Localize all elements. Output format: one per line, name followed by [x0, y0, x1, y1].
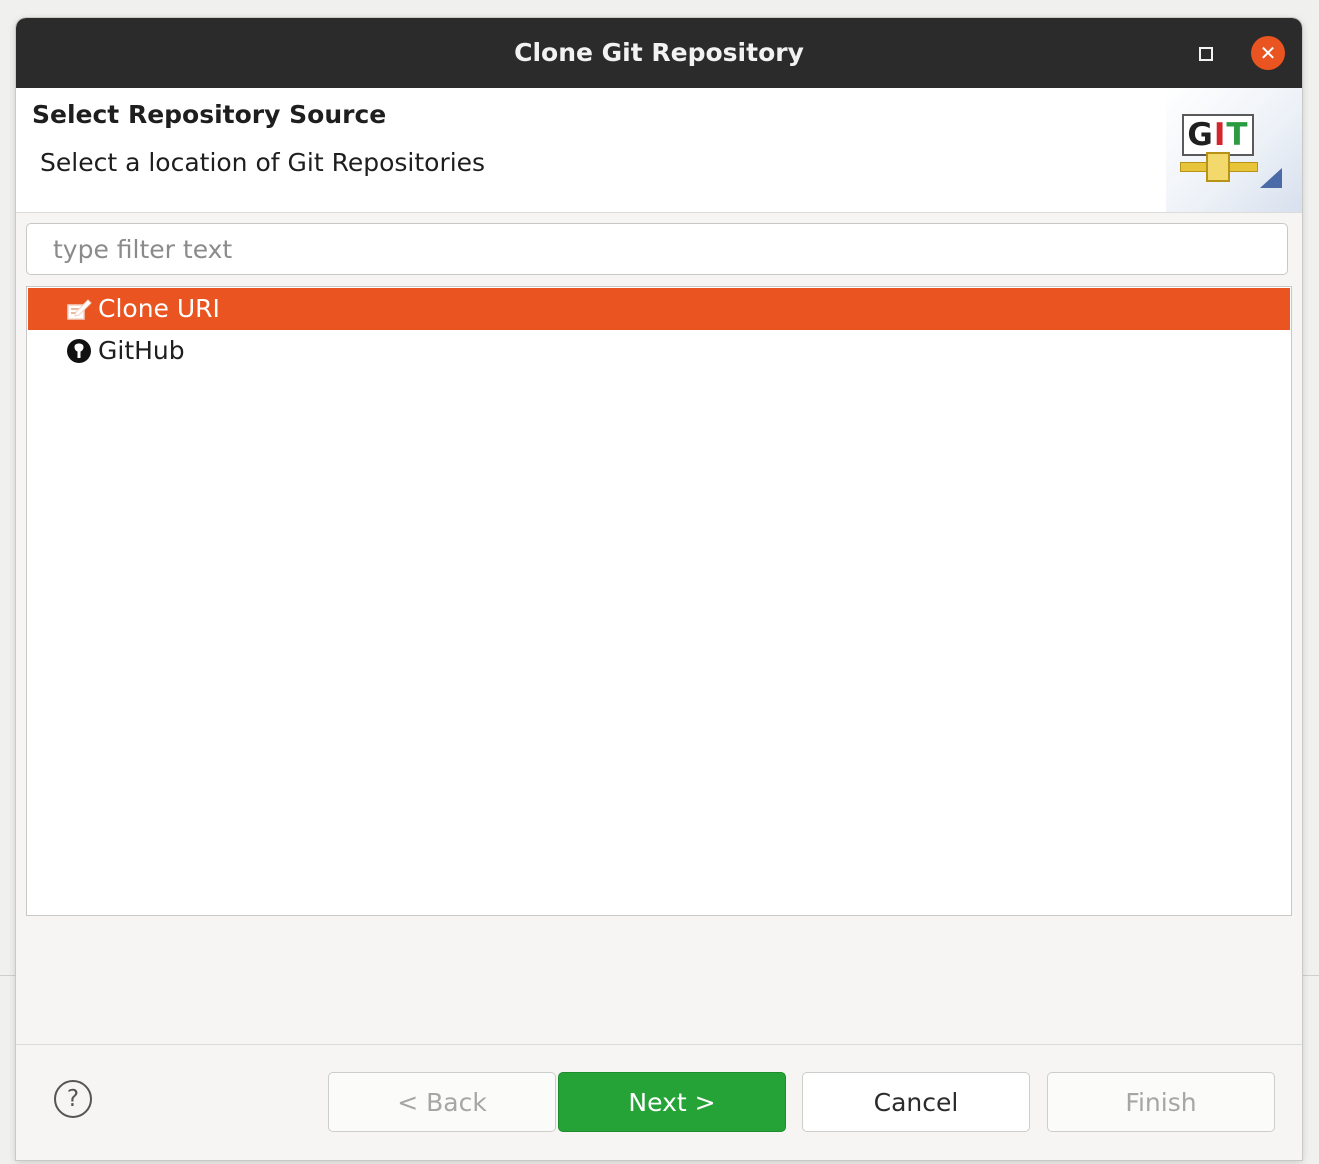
back-button[interactable]: < Back [328, 1072, 556, 1132]
page-description: Select a location of Git Repositories [40, 148, 486, 177]
close-icon: ✕ [1259, 41, 1277, 65]
finish-button[interactable]: Finish [1047, 1072, 1275, 1132]
git-logo-icon: GIT [1166, 88, 1302, 212]
footer-divider [16, 1044, 1302, 1045]
github-icon [67, 339, 91, 363]
list-item-github[interactable]: GitHub [28, 330, 1290, 372]
cancel-button[interactable]: Cancel [802, 1072, 1030, 1132]
git-logo-letter-i: I [1213, 117, 1227, 153]
wizard-header: Select Repository Source Select a locati… [16, 88, 1302, 213]
filter-input[interactable] [26, 223, 1288, 275]
git-logo-box: GIT [1182, 114, 1254, 156]
close-button[interactable]: ✕ [1251, 36, 1285, 70]
list-item-label: Clone URI [98, 294, 220, 323]
git-logo-letter-g: G [1187, 117, 1214, 153]
git-logo-corner [1260, 168, 1282, 188]
list-item-clone-uri[interactable]: Clone URI [28, 288, 1290, 330]
git-logo-letter-t: T [1226, 117, 1249, 153]
list-item-label: GitHub [98, 336, 185, 365]
clone-uri-icon [67, 299, 92, 320]
clone-git-repository-dialog: Clone Git Repository ✕ Select Repository… [16, 18, 1302, 1160]
git-logo-plug [1206, 152, 1230, 182]
page-title: Select Repository Source [32, 100, 387, 129]
help-icon: ? [66, 1086, 80, 1112]
window-title: Clone Git Repository [514, 38, 804, 67]
maximize-icon [1199, 47, 1213, 61]
help-button[interactable]: ? [54, 1080, 92, 1118]
title-bar[interactable]: Clone Git Repository ✕ [16, 18, 1302, 88]
maximize-button[interactable] [1192, 40, 1218, 66]
next-button[interactable]: Next > [558, 1072, 786, 1132]
repository-source-list[interactable]: Clone URI GitHub [26, 286, 1292, 916]
